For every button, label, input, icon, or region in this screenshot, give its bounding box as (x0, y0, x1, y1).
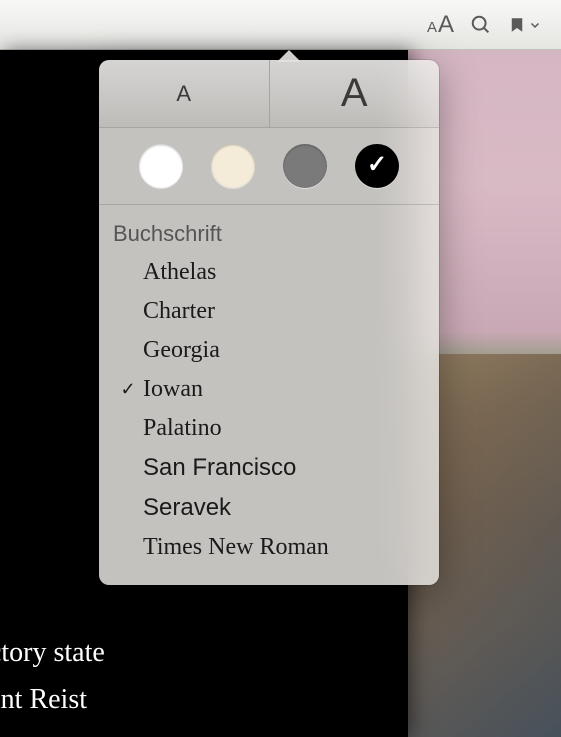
theme-swatch-white[interactable] (139, 144, 183, 188)
theme-swatch-gray[interactable] (283, 144, 327, 188)
font-name-label: San Francisco (143, 454, 425, 482)
text-settings-small-a-icon: A (427, 19, 437, 36)
check-icon: ✓ (367, 150, 387, 179)
font-section: Buchschrift AthelasCharterGeorgia✓IowanP… (99, 205, 439, 585)
font-name-label: Seravek (143, 494, 425, 522)
reader-toolbar: A A (0, 0, 561, 50)
theme-swatches: ✓ (99, 128, 439, 205)
increase-font-button[interactable]: A (270, 60, 440, 127)
font-name-label: Georgia (143, 337, 425, 364)
font-name-label: Athelas (143, 259, 425, 286)
font-selected-check-icon: ✓ (113, 379, 143, 400)
font-name-label: Times New Roman (143, 534, 425, 561)
font-name-label: Charter (143, 298, 425, 325)
font-size-segment: A A (99, 60, 439, 128)
chevron-down-icon (529, 19, 541, 31)
increase-font-label: A (341, 71, 368, 116)
font-item[interactable]: Palatino (99, 409, 439, 448)
theme-swatch-sepia[interactable] (211, 144, 255, 188)
search-button[interactable] (470, 14, 492, 36)
font-item[interactable]: Seravek (99, 488, 439, 528)
font-item[interactable]: ✓Iowan (99, 370, 439, 409)
text-settings-large-a-icon: A (438, 11, 454, 39)
font-heading: Buchschrift (99, 217, 439, 253)
font-item[interactable]: Charter (99, 292, 439, 331)
bookmark-icon (508, 14, 526, 36)
font-item[interactable]: Times New Roman (99, 528, 439, 567)
theme-swatch-black[interactable]: ✓ (355, 144, 399, 188)
decrease-font-label: A (176, 81, 191, 107)
font-item[interactable]: San Francisco (99, 448, 439, 488)
text-settings-popover: A A ✓ Buchschrift AthelasCharterGeorgia✓… (99, 60, 439, 585)
popover-arrow (277, 50, 301, 62)
font-name-label: Iowan (143, 376, 425, 403)
decrease-font-button[interactable]: A (99, 60, 269, 127)
text-settings-button[interactable]: A A (427, 11, 454, 39)
search-icon (470, 14, 492, 36)
bookmark-button[interactable] (508, 14, 541, 36)
font-item[interactable]: Georgia (99, 331, 439, 370)
font-item[interactable]: Athelas (99, 253, 439, 292)
font-name-label: Palatino (143, 415, 425, 442)
font-list: AthelasCharterGeorgia✓IowanPalatinoSan F… (99, 253, 439, 567)
